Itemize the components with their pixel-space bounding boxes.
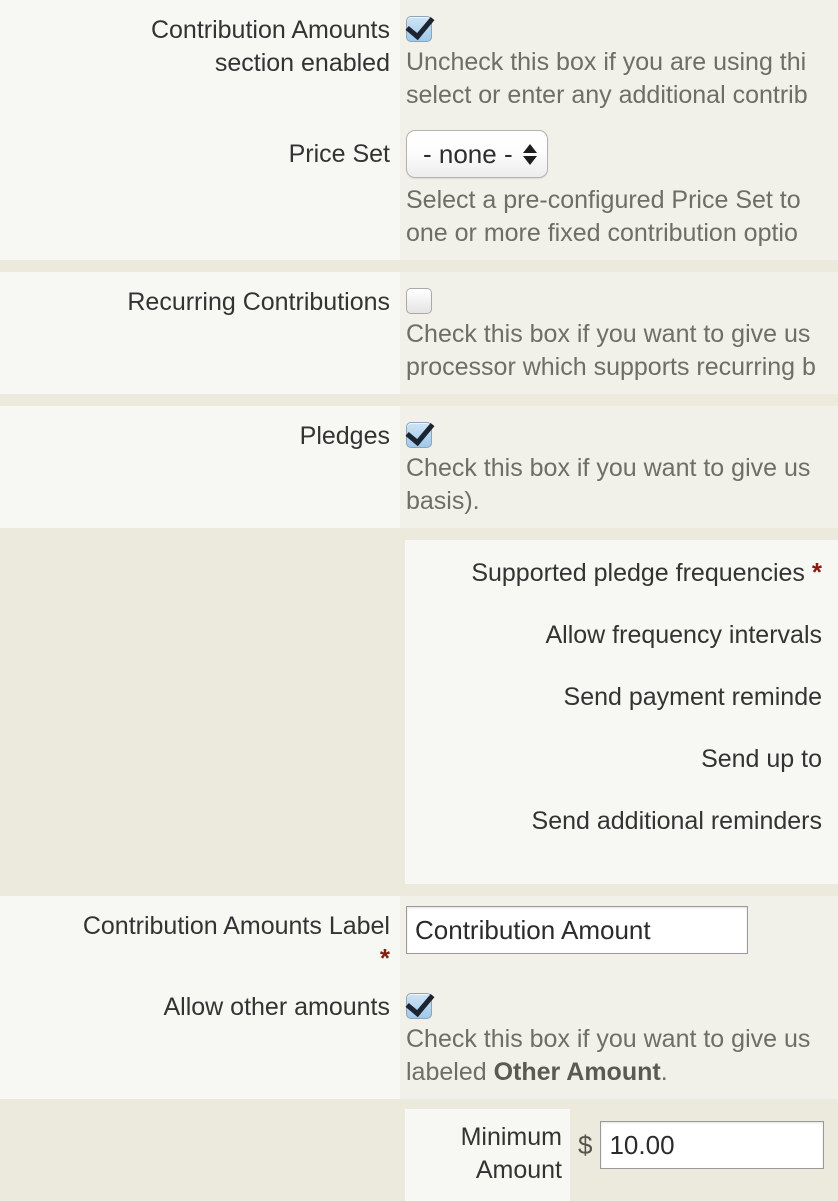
label-minimum-amount: Minimum Amount [405,1109,570,1201]
row-divider [0,528,838,540]
content-pledges: Check this box if you want to give us ba… [400,406,838,528]
description-line: Check this box if you want to give us [406,454,811,482]
form-row-price-set: Price Set - none - Select a pre-configur… [0,122,838,260]
subrow-supported-pledge-frequencies: Supported pledge frequencies * [405,556,838,618]
label-contribution-amounts-label: Contribution Amounts Label * [0,896,400,981]
checkbox-wrap [406,286,838,314]
label-line: Contribution Amounts [150,16,390,44]
label-line: Contribution Amounts Label [82,912,390,940]
currency-symbol: $ [578,1130,593,1160]
label-line: Pledges [299,422,390,450]
form-row-minimum-amount: Minimum Amount $ 10.00 [0,1109,838,1201]
content-price-set: - none - Select a pre-configured Price S… [400,122,838,260]
description-line: select or enter any additional contrib [406,81,808,109]
label-line: Minimum [460,1123,562,1151]
content-recurring-contributions: Check this box if you want to give us pr… [400,272,838,394]
input-minimum-amount[interactable]: 10.00 [600,1121,825,1169]
subrow-send-up-to: Send up to [405,742,838,804]
description-line: processor which supports recurring b [406,353,816,381]
description-text: labeled [406,1058,494,1086]
checkbox-recurring-contributions[interactable] [406,288,432,314]
label-text: Supported pledge frequencies [471,559,805,587]
row-divider [0,884,838,896]
label-price-set: Price Set [0,122,400,260]
content-contribution-amounts-section-enabled: Uncheck this box if you are using thi se… [400,0,838,122]
label-supported-pledge-frequencies: Supported pledge frequencies * [405,556,830,590]
checkbox-wrap [406,420,838,448]
chevron-updown-icon [522,143,537,165]
description-line: one or more fixed contribution optio [406,219,798,247]
description-line: basis). [406,487,480,515]
content-allow-other-amounts: Check this box if you want to give us la… [400,981,838,1099]
form-row-recurring-contributions: Recurring Contributions Check this box i… [0,272,838,394]
subrow-send-additional-reminders: Send additional reminders [405,804,838,866]
description-suffix: . [660,1058,668,1086]
row-divider [0,394,838,406]
pledge-settings-block: Supported pledge frequencies * Allow fre… [0,540,838,884]
label-pledges: Pledges [0,406,400,528]
form-row-pledges: Pledges Check this box if you want to gi… [0,406,838,528]
form-row-allow-other-amounts: Allow other amounts Check this box if yo… [0,981,838,1099]
label-recurring-contributions: Recurring Contributions [0,272,400,394]
pledge-settings-fields: Supported pledge frequencies * Allow fre… [405,540,838,884]
required-asterisk-icon: * [379,943,390,973]
label-send-up-to: Send up to [405,742,830,776]
form-row-contribution-amounts-label: Contribution Amounts Label * Contributio… [0,896,838,981]
label-line: Recurring Contributions [127,288,390,316]
label-line: Amount [475,1156,562,1184]
checkbox-wrap [406,991,838,1019]
label-text: Send payment reminde [563,683,822,711]
label-send-additional-reminders: Send additional reminders [405,804,830,838]
label-allow-frequency-intervals: Allow frequency intervals [405,618,830,652]
input-contribution-amounts-label[interactable]: Contribution Amount [406,906,748,954]
form-row-contribution-amounts-section-enabled: Contribution Amounts section enabled Unc… [0,0,838,122]
required-asterisk-icon: * [811,557,822,587]
checkbox-wrap [406,14,838,42]
label-text: Send additional reminders [531,807,822,835]
content-contribution-amounts-label: Contribution Amount [400,896,838,981]
description-line: Check this box if you want to give us [406,320,811,348]
checkbox-allow-other-amounts[interactable] [406,993,432,1019]
pledge-settings-spacer [0,540,405,884]
description-line: Uncheck this box if you are using thi [406,48,807,76]
label-line: Price Set [288,140,390,168]
row-divider [0,260,838,272]
description-line-2: labeled Other Amount. [406,1056,838,1089]
description-line: Select a pre-configured Price Set to [406,186,801,214]
checkbox-pledges[interactable] [406,422,432,448]
label-allow-other-amounts: Allow other amounts [0,981,400,1099]
label-text: Send up to [701,745,822,773]
description-line: Check this box if you want to give us [406,1025,811,1053]
checkbox-contribution-amounts-section-enabled[interactable] [406,16,432,42]
label-line: Allow other amounts [163,993,390,1021]
description-bold-other-amount: Other Amount [493,1058,661,1086]
content-minimum-amount: $ 10.00 [570,1109,838,1201]
label-text: Allow frequency intervals [545,621,822,649]
label-send-payment-reminders: Send payment reminde [405,680,830,714]
minimum-amount-spacer [0,1109,405,1201]
select-price-set[interactable]: - none - [406,130,548,178]
subrow-send-payment-reminders: Send payment reminde [405,680,838,742]
label-line: section enabled [214,49,390,77]
label-contribution-amounts-section-enabled: Contribution Amounts section enabled [0,0,400,122]
select-price-set-value: - none - [423,138,513,169]
subrow-allow-frequency-intervals: Allow frequency intervals [405,618,838,680]
